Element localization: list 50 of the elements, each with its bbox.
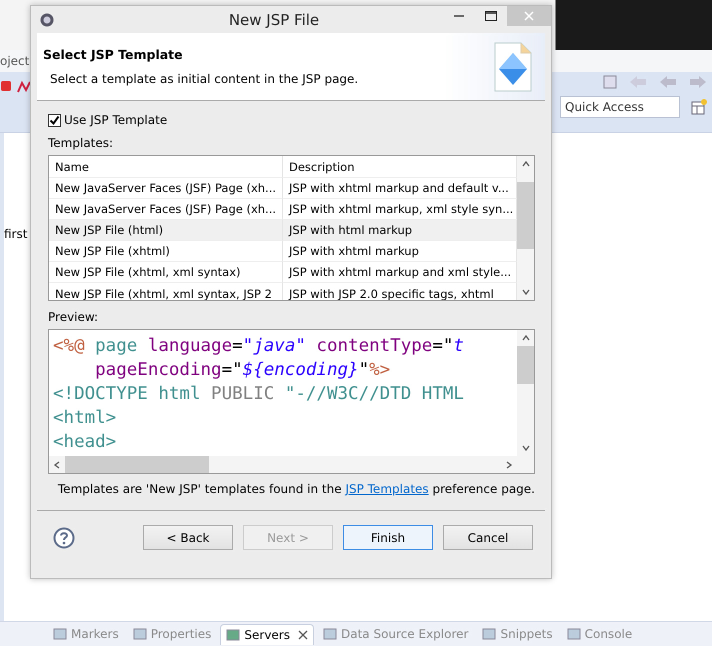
view-icon: [53, 627, 67, 641]
view-icon: [132, 627, 147, 641]
forward-arrow-icon: [688, 75, 708, 89]
code-line: <html>: [53, 407, 118, 430]
quick-access-field[interactable]: Quick Access: [560, 96, 680, 118]
back-arrow-icon: [658, 75, 678, 89]
back-arrow-icon: [628, 75, 648, 89]
view-icon: [482, 627, 496, 641]
checkbox[interactable]: [48, 114, 61, 126]
banner-message: Select a template as initial content in the JSP page.: [49, 72, 358, 86]
column-header[interactable]: Name: [49, 156, 283, 178]
view-icon: [226, 628, 240, 642]
dialog-button[interactable]: < Back: [143, 525, 233, 550]
view-tab[interactable]: Servers: [220, 624, 314, 644]
help-icon[interactable]: [53, 526, 75, 548]
section-label: Preview:: [48, 310, 100, 324]
dialog-button[interactable]: Finish: [343, 525, 433, 550]
code-line: <head>: [53, 431, 118, 454]
scrollbar[interactable]: [517, 330, 534, 456]
section-label: Templates:: [48, 136, 114, 150]
table-row[interactable]: New JSP File (xhtml, xml syntax) JSP with xhtml markup and xml style...: [49, 262, 517, 283]
graph-icon: [16, 80, 32, 94]
editor-text: first: [4, 227, 28, 241]
table-row[interactable]: New JavaServer Faces (JSF) Page (xh... JSP with xhtml markup and default v...: [49, 178, 517, 199]
code-line: <!DOCTYPE html PUBLIC "-//W3C//DTD HTML: [53, 383, 465, 406]
checkmark-icon: [49, 114, 60, 126]
maximize-icon: [485, 11, 497, 21]
menu-item[interactable]: oject: [0, 54, 30, 68]
code-line: pageEncoding="${encoding}"%>: [94, 359, 392, 382]
column-header[interactable]: Description: [283, 156, 517, 178]
scrollbar[interactable]: [49, 456, 534, 473]
stop-icon: [0, 80, 12, 92]
code-line: <%@ page language="java" contentType="t: [53, 335, 465, 358]
scroll-thumb[interactable]: [65, 456, 209, 473]
close-icon: [524, 11, 534, 21]
checkbox-label: Use JSP Template: [64, 113, 168, 127]
table-row[interactable]: New JSP File (html) JSP with html markup: [49, 220, 517, 241]
view-icon: [566, 627, 581, 641]
scrollbar[interactable]: [517, 156, 534, 300]
footer-text: Templates are 'New JSP' templates found in the JSP Templates preference page.: [58, 482, 535, 496]
perspective-icon: [690, 98, 708, 116]
dialog-button[interactable]: Cancel: [443, 525, 533, 550]
scroll-thumb[interactable]: [517, 182, 534, 250]
preferences-link[interactable]: JSP Templates: [345, 482, 429, 496]
close-icon[interactable]: [298, 630, 308, 640]
banner-title: Select JSP Template: [43, 47, 184, 62]
table-row[interactable]: New JSP File (xhtml) JSP with xhtml markup: [49, 241, 517, 262]
view-icon: [323, 627, 337, 641]
window-title: New JSP File: [228, 10, 320, 29]
scroll-thumb[interactable]: [517, 346, 534, 384]
